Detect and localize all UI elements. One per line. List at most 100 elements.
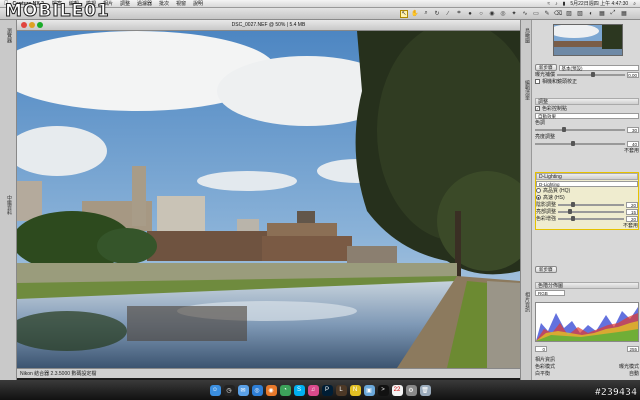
metadata-tab[interactable]: 中繼資料 (4, 195, 13, 215)
histogram-channel-dropdown[interactable]: RGB (535, 289, 565, 296)
highlight-adj-slider[interactable] (558, 208, 624, 214)
battery-icon[interactable]: ▮ (563, 1, 566, 7)
opacity-value[interactable]: 30 (627, 126, 639, 133)
color-boost-value[interactable]: 20 (626, 215, 638, 222)
color-control-checkbox[interactable]: ✓ (535, 106, 540, 111)
white-point-icon[interactable]: ○ (477, 10, 485, 18)
photoshop-icon[interactable]: P (321, 384, 333, 396)
marquee-tool-icon[interactable]: ▭ (532, 10, 540, 18)
fullscreen-icon[interactable]: ⤢ (609, 10, 617, 18)
birdseye-thumbnail[interactable] (553, 24, 623, 56)
new-step-button-2[interactable]: 新步驟 (535, 266, 557, 273)
shadow-adj-slider-knob[interactable] (571, 201, 576, 207)
browser-tab[interactable]: 瀏覽器 (4, 28, 13, 43)
opacity-slider-knob[interactable] (562, 126, 566, 132)
adjust-header-label: 調整 (538, 99, 549, 105)
volume-icon[interactable]: ♪ (555, 1, 558, 7)
new-step-button[interactable]: 新步驟 (535, 64, 557, 71)
opacity-slider[interactable] (535, 126, 625, 132)
dlighting-section: D-Lighting D-Lighting 高品質 (HQ) ● 高速 (HS)… (535, 172, 639, 230)
color-effect-dropdown[interactable]: 自動效果 (535, 112, 639, 119)
spotlight-icon[interactable]: ⌕ (633, 1, 636, 7)
brightness-value[interactable]: 40 (627, 140, 639, 147)
mail-icon[interactable]: ✉ (237, 384, 249, 396)
lasso-tool-icon[interactable]: ∿ (521, 10, 529, 18)
menubar-clock[interactable]: 5月22日週四 上午 4:47:30 (570, 0, 628, 7)
exposure-slider[interactable] (557, 71, 625, 77)
shadow-adj-value[interactable]: 20 (626, 201, 638, 208)
shadow-adj-slider[interactable] (558, 201, 624, 207)
capture-nx-icon[interactable]: N (349, 384, 361, 396)
brightness-slider-knob[interactable] (571, 140, 575, 146)
direct-select-tool-icon[interactable]: ↖ (400, 9, 408, 18)
exposure-row: 曝光補償 0.00 (535, 71, 639, 78)
histogram-range-high[interactable]: 255 (627, 345, 639, 352)
itunes-icon[interactable]: ♫ (307, 384, 319, 396)
menu-item-help[interactable]: 說明 (193, 0, 203, 7)
histogram-range-low[interactable]: 0 (535, 345, 547, 352)
color-mode-row: 色彩模式 曝光模式 (535, 363, 639, 370)
photo-info-tab[interactable]: 相片資訊 (523, 292, 531, 312)
dlighting-header[interactable]: D-Lighting (536, 173, 638, 180)
fill-tool-icon[interactable]: ▨ (565, 10, 573, 18)
chrome-icon[interactable]: ◔ (279, 384, 291, 396)
adjust-header[interactable]: 調整 (535, 98, 639, 105)
exposure-value[interactable]: 0.00 (627, 71, 639, 78)
apply-dropdown[interactable]: 不套用 (624, 147, 639, 154)
dlighting-hq-radio[interactable] (536, 188, 541, 193)
calendar-icon[interactable]: 22 (391, 384, 403, 396)
dlighting-apply-dropdown[interactable]: 不套用 (623, 222, 638, 229)
dlighting-mode-dropdown[interactable]: D-Lighting (536, 180, 638, 187)
menu-item-window[interactable]: 視窗 (176, 0, 186, 7)
safari-icon[interactable]: ◎ (251, 384, 263, 396)
mode-dropdown[interactable]: 基本(預設) (558, 64, 639, 71)
hand-tool-icon[interactable]: ✋ (411, 10, 419, 18)
new-step-section: 新步驟 基本(預設) 曝光補償 0.00 相機和鏡頭校正 (535, 64, 639, 85)
menu-item-filter[interactable]: 過濾器 (137, 0, 152, 7)
lightroom-icon[interactable]: L (335, 384, 347, 396)
menu-item-batch[interactable]: 批次 (159, 0, 169, 7)
gradient-tool-icon[interactable]: ▧ (576, 10, 584, 18)
black-point-icon[interactable]: ● (466, 10, 474, 18)
wifi-icon[interactable]: ≈ (547, 1, 550, 7)
grid-icon[interactable]: ▦ (620, 10, 628, 18)
edit-list-tab[interactable]: 編輯清單 (523, 80, 531, 100)
menu-item-adjust[interactable]: 調整 (120, 0, 130, 7)
exposure-slider-knob[interactable] (591, 71, 595, 77)
selection-control-icon[interactable]: ◐ (587, 10, 595, 18)
preview-icon[interactable]: ▣ (363, 384, 375, 396)
dlighting-hs-radio[interactable]: ● (536, 195, 541, 200)
system-preferences-icon[interactable]: ⚙ (405, 384, 417, 396)
trash-icon[interactable]: 🗑 (419, 384, 431, 396)
color-boost-slider[interactable] (558, 215, 624, 221)
straighten-tool-icon[interactable]: ∕ (444, 10, 452, 18)
color-boost-slider-knob[interactable] (571, 215, 576, 221)
brightness-slider[interactable] (535, 140, 625, 146)
histogram-header[interactable]: 色階分佈圖 (535, 282, 639, 289)
highlight-adj-label: 亮部調整 (536, 209, 557, 215)
view-toggle-icon[interactable]: ▦ (598, 10, 606, 18)
red-eye-icon[interactable]: ◎ (499, 10, 507, 18)
highlight-adj-value[interactable]: 15 (626, 208, 638, 215)
eraser-tool-icon[interactable]: ⌫ (554, 10, 562, 18)
crop-tool-icon[interactable]: ⌗ (455, 10, 463, 18)
rotate-tool-icon[interactable]: ↻ (433, 10, 441, 18)
zoom-tool-icon[interactable]: ⌕ (422, 10, 430, 18)
photo-canvas[interactable] (17, 31, 520, 368)
image-window: DSC_0027.NEF @ 50% | 5.4 MB Nikon 結合器 2.… (17, 20, 520, 378)
zoom-window-icon[interactable] (37, 22, 43, 28)
color-point-icon[interactable]: ◉ (488, 10, 496, 18)
terminal-icon[interactable]: > (377, 384, 389, 396)
auto-retouch-icon[interactable]: ✦ (510, 10, 518, 18)
firefox-icon[interactable]: ◉ (265, 384, 277, 396)
highlight-adj-slider-knob[interactable] (567, 208, 572, 214)
finder-icon[interactable]: ☺ (209, 384, 221, 396)
skype-icon[interactable]: S (293, 384, 305, 396)
close-window-icon[interactable] (21, 22, 27, 28)
dashboard-icon[interactable]: ◷ (223, 384, 235, 396)
brush-tool-icon[interactable]: ✎ (543, 10, 551, 18)
birdseye-tab[interactable]: 鳥瞰圖 (523, 28, 531, 43)
lens-correction-checkbox[interactable] (535, 79, 540, 84)
photo-info-header[interactable]: 相片資訊 (535, 356, 555, 363)
minimize-window-icon[interactable] (29, 22, 35, 28)
